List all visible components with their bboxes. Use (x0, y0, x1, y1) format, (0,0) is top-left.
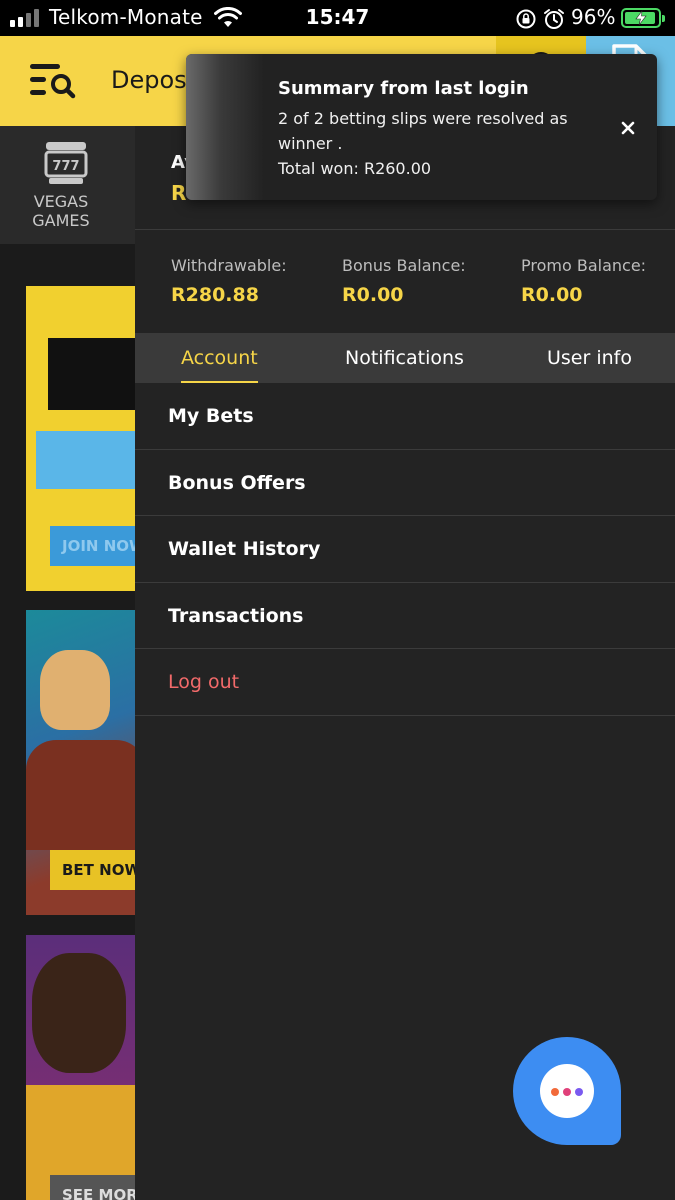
see-more-button[interactable]: SEE MORE (50, 1175, 146, 1200)
promo-banner-1[interactable]: JOIN NOW (26, 286, 146, 591)
svg-text:777: 777 (52, 159, 79, 174)
panel-tabs: Account Notifications User info (135, 333, 675, 383)
login-summary-toast: Summary from last login 2 of 2 betting s… (186, 54, 657, 200)
chat-button[interactable] (513, 1037, 621, 1145)
rotation-lock-icon (516, 9, 536, 29)
withdrawable-balance: Withdrawable: R280.88 (171, 256, 287, 306)
menu-item-log-out[interactable]: Log out (135, 649, 675, 716)
promo-banner-3[interactable]: SEE MORE (26, 935, 146, 1200)
toast-accent (186, 54, 264, 200)
menu-item-wallet-history[interactable]: Wallet History (135, 516, 675, 583)
vegas-games-link[interactable]: 777 VEGAS GAMES (28, 140, 94, 230)
tab-notifications[interactable]: Notifications (345, 333, 464, 383)
promo-balance: Promo Balance: R0.00 (521, 256, 647, 306)
vegas-label: VEGAS GAMES (32, 192, 90, 230)
menu-item-bonus-offers[interactable]: Bonus Offers (135, 450, 675, 517)
toast-message: 2 of 2 betting slips were resolved as wi… (278, 109, 568, 178)
menu-item-transactions[interactable]: Transactions (135, 583, 675, 650)
menu-search-icon[interactable] (30, 60, 76, 100)
bet-now-button[interactable]: BET NOW (50, 850, 146, 890)
divider (135, 229, 675, 230)
status-bar: Telkom-Monate 15:47 96% (0, 0, 675, 36)
close-icon[interactable] (618, 118, 638, 138)
tab-user-info[interactable]: User info (547, 333, 632, 383)
alarm-icon (544, 9, 564, 29)
battery-percent: 96% (571, 5, 616, 29)
balances-row: Withdrawable: R280.88 Bonus Balance: R0.… (135, 256, 675, 316)
bonus-balance: Bonus Balance: R0.00 (342, 256, 466, 306)
chat-icon (540, 1064, 594, 1118)
promo-banner-2[interactable]: BET NOW (26, 610, 146, 915)
account-panel: Ay R Withdrawable: R280.88 Bonus Balance… (135, 126, 675, 1200)
battery-icon (621, 8, 665, 28)
menu-item-my-bets[interactable]: My Bets (135, 383, 675, 450)
slot-machine-icon: 777 (44, 142, 88, 184)
account-menu: My Bets Bonus Offers Wallet History Tran… (135, 383, 675, 716)
toast-title: Summary from last login (278, 78, 529, 99)
tab-account[interactable]: Account (181, 333, 258, 383)
join-now-button[interactable]: JOIN NOW (50, 526, 146, 566)
